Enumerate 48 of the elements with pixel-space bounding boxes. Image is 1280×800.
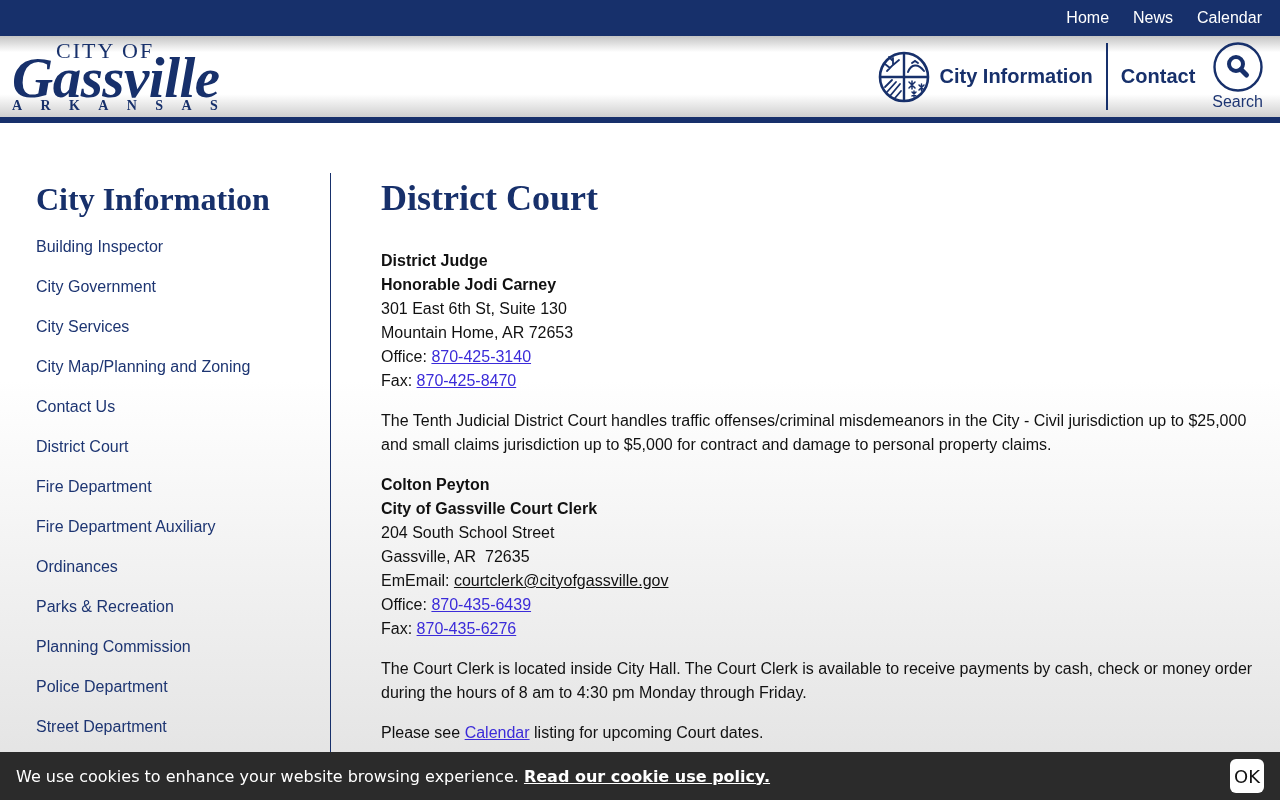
sidebar-link[interactable]: Fire Department Auxiliary [36, 507, 216, 547]
phone-line: Office: 870-425-3140 [381, 347, 533, 367]
sidebar-link[interactable]: Police Department [36, 667, 168, 707]
sidebar-link[interactable]: Planning Commission [36, 627, 191, 667]
address-line: Gassville, AR 72635 [381, 547, 531, 567]
phone-line: Office: 870-435-6439 [381, 595, 533, 615]
top-nav-link[interactable]: News [1133, 9, 1174, 27]
address-line: Mountain Home, AR 72653 [381, 323, 575, 343]
email-line: EmEmail: courtclerk@cityofgassville.gov [381, 571, 670, 591]
top-nav-link[interactable]: Home [1066, 9, 1110, 27]
sidebar-link[interactable]: City Government [36, 267, 157, 307]
sidebar-link[interactable]: Fire Department [36, 467, 152, 507]
sidebar-link[interactable]: City Services [36, 307, 130, 347]
address-line: 204 South School Street [381, 523, 556, 543]
contact-heading: Colton Peyton [381, 475, 491, 495]
phone-link[interactable]: 870-435-6439 [431, 596, 532, 613]
text-link[interactable]: Calendar [464, 724, 530, 741]
sidebar-link[interactable]: Parks & Recreation [36, 587, 174, 627]
sidebar-link[interactable]: Contact Us [36, 387, 116, 427]
round-emblem-icon [877, 50, 930, 103]
body-paragraph: The Court Clerk is located inside City Hall. The Court Clerk is available to receive payments by cash, check or money order during the hours of 8 am to 4:30 pm Monday through Friday. [381, 659, 1254, 703]
body-paragraph: Please see Calendar listing for upcoming Court dates. [381, 723, 765, 743]
contact-heading: District Judge [381, 251, 489, 271]
sidebar-title: City Information [36, 180, 271, 218]
sidebar-link[interactable]: Ordinances [36, 547, 118, 587]
phone-link[interactable]: 870-435-6276 [416, 620, 517, 637]
contact-heading: City of Gassville Court Clerk [381, 499, 599, 519]
sidebar-link[interactable]: Building Inspector [36, 227, 164, 267]
cookie-policy-link[interactable]: Read our cookie use policy. [523, 766, 771, 786]
sidebar-link[interactable]: Street Department [36, 707, 167, 747]
phone-line: Fax: 870-425-8470 [381, 371, 518, 391]
contact-heading: Honorable Jodi Carney [381, 275, 558, 295]
ok-button[interactable]: OK [1230, 759, 1264, 793]
header-nav-link[interactable]: Contact [1120, 65, 1196, 88]
search-button[interactable]: Search [1212, 42, 1263, 111]
body-paragraph: The Tenth Judicial District Court handles traffic offenses/criminal misdemeanors in the City - Civil jurisdiction up to $25,000 and small claims jurisdiction up to $5,000 for contract and damage to personal property claims. [381, 411, 1248, 455]
page-title: District Court [381, 178, 599, 218]
phone-line: Fax: 870-435-6276 [381, 619, 518, 639]
header-nav-link[interactable]: City Information [877, 50, 1093, 103]
phone-link[interactable]: 870-425-8470 [416, 372, 517, 389]
cookie-message: We use cookies to enhance your website browsing experience. Read our cookie use policy. [16, 766, 771, 786]
search-icon [1212, 42, 1263, 92]
phone-link[interactable]: 870-425-3140 [431, 348, 532, 365]
sidebar-link[interactable]: City Map/Planning and Zoning [36, 347, 251, 387]
sidebar-link[interactable]: District Court [36, 427, 129, 467]
email-link[interactable]: courtclerk@cityofgassville.gov [453, 572, 669, 589]
address-line: 301 East 6th St, Suite 130 [381, 299, 568, 319]
top-nav-link[interactable]: Calendar [1197, 9, 1262, 27]
